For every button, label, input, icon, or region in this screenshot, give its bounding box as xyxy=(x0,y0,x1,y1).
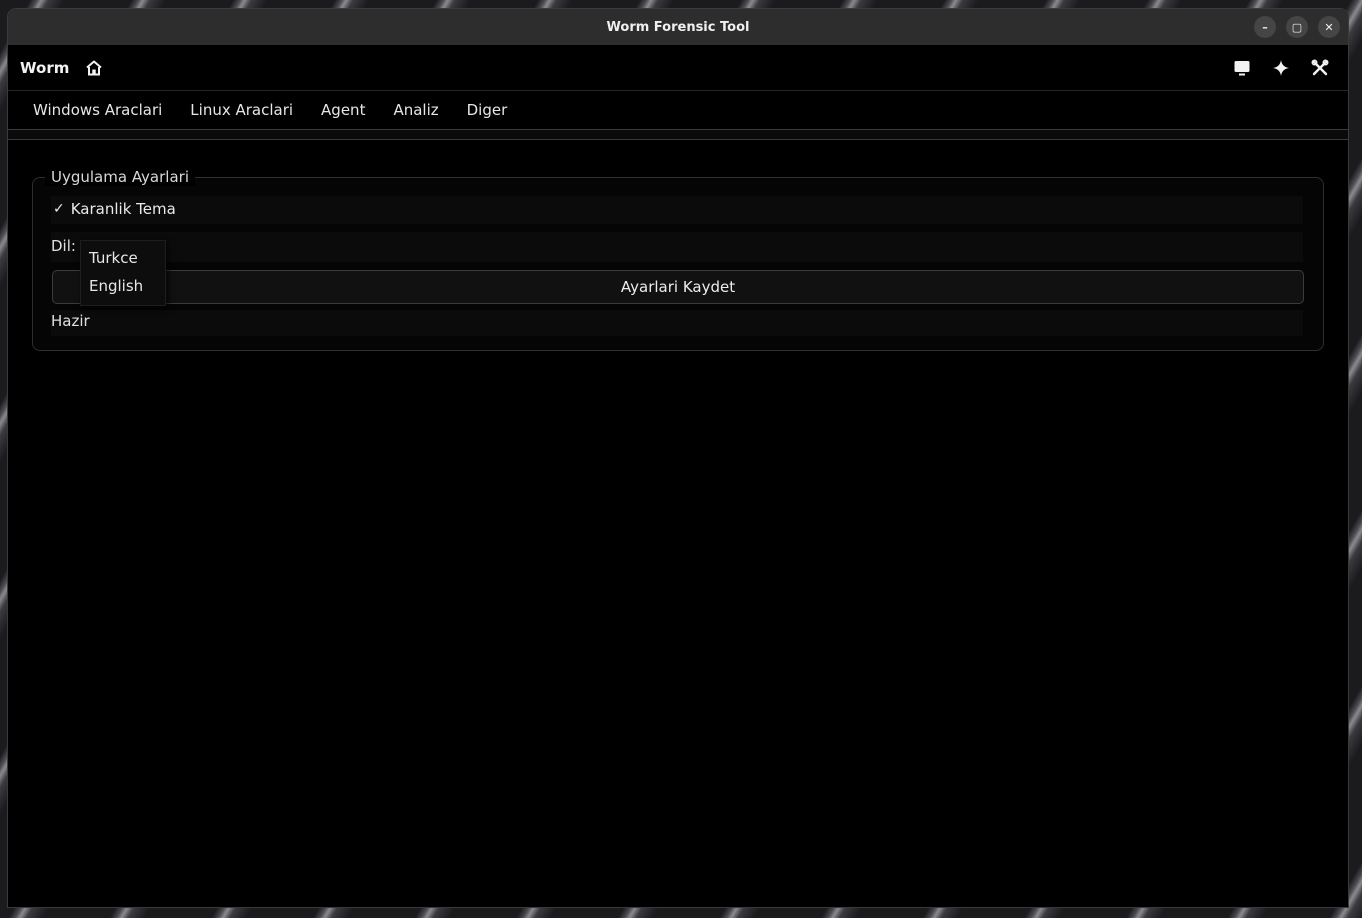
header-actions xyxy=(1232,58,1330,78)
app-header: Worm xyxy=(8,45,1348,91)
status-text: Hazir xyxy=(51,312,90,330)
save-settings-button[interactable]: Ayarlari Kaydet xyxy=(52,270,1304,304)
menu-other[interactable]: Diger xyxy=(453,101,522,119)
language-option-turkish[interactable]: Turkce xyxy=(81,244,165,272)
app-name: Worm xyxy=(20,58,70,77)
tools-icon[interactable] xyxy=(1310,58,1330,78)
dark-theme-label: Karanlik Tema xyxy=(70,200,176,218)
check-icon: ✓ xyxy=(53,201,65,217)
close-button[interactable]: ✕ xyxy=(1318,16,1340,38)
menu-windows-tools[interactable]: Windows Araclari xyxy=(19,101,176,119)
main-menubar: Windows Araclari Linux Araclari Agent An… xyxy=(8,91,1348,128)
language-option-english[interactable]: English xyxy=(81,272,165,300)
dark-theme-checkbox[interactable]: ✓ Karanlik Tema xyxy=(53,200,176,218)
maximize-button[interactable]: ▢ xyxy=(1286,16,1308,38)
minimize-button[interactable]: – xyxy=(1254,16,1276,38)
home-icon[interactable] xyxy=(85,59,103,77)
menu-divider xyxy=(8,129,1348,140)
sparkle-icon[interactable] xyxy=(1271,58,1291,78)
monitor-icon[interactable] xyxy=(1232,58,1252,78)
group-title: Uygulama Ayarlari xyxy=(45,168,195,186)
window-titlebar[interactable]: Worm Forensic Tool – ▢ ✕ xyxy=(8,9,1348,45)
language-row-background xyxy=(51,232,1303,262)
app-settings-group: Uygulama Ayarlari ✓ Karanlik Tema Dil: A… xyxy=(32,168,1324,351)
menu-linux-tools[interactable]: Linux Araclari xyxy=(176,101,307,119)
language-dropdown-list[interactable]: Turkce English xyxy=(80,240,166,306)
language-label: Dil: xyxy=(51,237,76,255)
window-title: Worm Forensic Tool xyxy=(606,19,750,35)
theme-row-background xyxy=(51,196,1303,224)
status-row-background xyxy=(51,310,1303,336)
app-window: Worm Forensic Tool – ▢ ✕ Worm Windows Ar… xyxy=(8,9,1348,907)
menu-agent[interactable]: Agent xyxy=(307,101,379,119)
window-controls: – ▢ ✕ xyxy=(1254,16,1340,38)
menu-analysis[interactable]: Analiz xyxy=(379,101,452,119)
